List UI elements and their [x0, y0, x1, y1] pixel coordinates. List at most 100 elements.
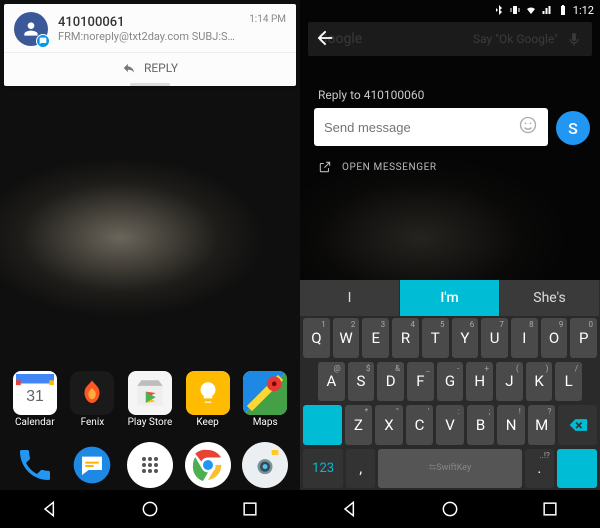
key-b[interactable]: B; [467, 405, 495, 445]
key-e[interactable]: E3 [362, 318, 389, 358]
notification-card[interactable]: 410100061 FRM:noreply@txt2day.com SUBJ:S… [4, 4, 296, 86]
calendar-icon: 31 [13, 371, 57, 415]
nav-home-icon[interactable] [440, 499, 460, 519]
key-x[interactable]: X" [375, 405, 403, 445]
svg-text:31: 31 [26, 388, 44, 405]
app-play-store[interactable]: Play Store [123, 371, 177, 428]
key-z[interactable]: Z* [345, 405, 373, 445]
key-y[interactable]: Y6 [452, 318, 479, 358]
key-s[interactable]: S$ [348, 362, 375, 402]
arrow-back-icon [314, 27, 336, 49]
phone-left-home: 410100061 FRM:noreply@txt2day.com SUBJ:S… [0, 0, 300, 528]
open-messenger-button[interactable]: OPEN MESSENGER [318, 160, 437, 174]
key-h[interactable]: H+ [466, 362, 493, 402]
app-fenix[interactable]: Fenix [65, 371, 119, 428]
keyboard-row-2: A@S$D&F_G-H+J(K)L/ [300, 360, 600, 404]
nav-home-icon[interactable] [140, 499, 160, 519]
keep-icon [186, 371, 230, 415]
key-t[interactable]: T5 [422, 318, 449, 358]
nav-back-icon[interactable] [40, 499, 60, 519]
notification-time: 1:14 PM [249, 14, 286, 25]
key-k[interactable]: K) [526, 362, 553, 402]
app-keep[interactable]: Keep [181, 371, 235, 428]
reply-button[interactable]: REPLY [4, 52, 296, 83]
space-key[interactable]: ⇆ SwiftKey [378, 449, 522, 489]
dock-phone[interactable] [12, 442, 58, 488]
open-external-icon [318, 160, 332, 174]
mic-icon [566, 31, 582, 47]
messenger-icon [72, 445, 112, 485]
key-d[interactable]: D& [377, 362, 404, 402]
app-calendar[interactable]: 31 Calendar [8, 371, 62, 428]
wifi-icon [525, 4, 537, 16]
shift-icon [313, 416, 331, 434]
send-button[interactable]: S [556, 111, 590, 145]
bluetooth-icon [493, 4, 505, 16]
notification-subtitle: FRM:noreply@txt2day.com SUBJ:Sent by IP … [58, 30, 239, 43]
phone-right-reply: 1:12 Google Say "Ok Google" Reply to 410… [300, 0, 600, 528]
key-n[interactable]: N! [497, 405, 525, 445]
enter-key[interactable] [557, 449, 597, 489]
key-m[interactable]: M? [528, 405, 556, 445]
dock-messenger[interactable] [69, 442, 115, 488]
key-g[interactable]: G- [437, 362, 464, 402]
suggestion-2[interactable]: I'm [400, 280, 500, 316]
dock-camera[interactable] [242, 442, 288, 488]
nav-back-icon[interactable] [340, 499, 360, 519]
android-navbar [0, 490, 300, 528]
camera-icon [245, 445, 285, 485]
suggestion-bar: I I'm She's [300, 280, 600, 316]
notification-drag-handle[interactable] [130, 83, 170, 86]
comma-key[interactable]: , [346, 449, 375, 489]
emoji-button[interactable] [518, 115, 538, 140]
dock-chrome[interactable] [185, 442, 231, 488]
backspace-key[interactable] [558, 405, 597, 445]
key-c[interactable]: C' [406, 405, 434, 445]
shift-key[interactable] [303, 405, 342, 445]
status-time: 1:12 [573, 4, 594, 17]
key-l[interactable]: L/ [555, 362, 582, 402]
vibrate-icon [509, 4, 521, 16]
key-r[interactable]: R4 [392, 318, 419, 358]
keyboard-row-3: Z*X"C'V:B;N!M? [300, 403, 600, 447]
key-w[interactable]: W2 [333, 318, 360, 358]
message-input[interactable] [324, 120, 518, 135]
dock-app-drawer[interactable] [127, 442, 173, 488]
key-j[interactable]: J( [496, 362, 523, 402]
key-a[interactable]: A@ [318, 362, 345, 402]
message-input-box[interactable] [314, 108, 548, 146]
notification-title: 410100061 [58, 15, 239, 30]
android-navbar [300, 490, 600, 528]
play-store-icon [128, 371, 172, 415]
key-u[interactable]: U7 [481, 318, 508, 358]
chrome-icon [188, 445, 228, 485]
keyboard-row-4: 123 , ⇆ SwiftKey ...!? [300, 447, 600, 491]
key-i[interactable]: I8 [511, 318, 538, 358]
nav-recents-icon[interactable] [540, 499, 560, 519]
contact-avatar-icon [14, 12, 48, 46]
back-button[interactable] [314, 27, 336, 53]
backspace-icon [568, 415, 588, 435]
key-v[interactable]: V: [436, 405, 464, 445]
numeric-key[interactable]: 123 [303, 449, 343, 489]
battery-icon [557, 4, 569, 16]
maps-icon [243, 371, 287, 415]
app-drawer-icon [138, 453, 162, 477]
emoji-icon [518, 115, 538, 135]
key-p[interactable]: P0 [570, 318, 597, 358]
app-maps[interactable]: Maps [238, 371, 292, 428]
fenix-icon [70, 371, 114, 415]
nav-recents-icon[interactable] [240, 499, 260, 519]
reply-icon [122, 61, 136, 75]
key-o[interactable]: O9 [541, 318, 568, 358]
statusbar: 1:12 [300, 0, 600, 20]
suggestion-1[interactable]: I [300, 280, 400, 316]
app-row: 31 Calendar Fenix Play Store K [0, 371, 300, 428]
key-f[interactable]: F_ [407, 362, 434, 402]
reply-to-label: Reply to 410100060 [318, 88, 424, 102]
key-q[interactable]: Q1 [303, 318, 330, 358]
suggestion-3[interactable]: She's [500, 280, 600, 316]
keyboard-row-1: Q1W2E3R4T5Y6U7I8O9P0 [300, 316, 600, 360]
keyboard: I I'm She's Q1W2E3R4T5Y6U7I8O9P0 A@S$D&F… [300, 280, 600, 490]
period-key[interactable]: ...!? [525, 449, 554, 489]
